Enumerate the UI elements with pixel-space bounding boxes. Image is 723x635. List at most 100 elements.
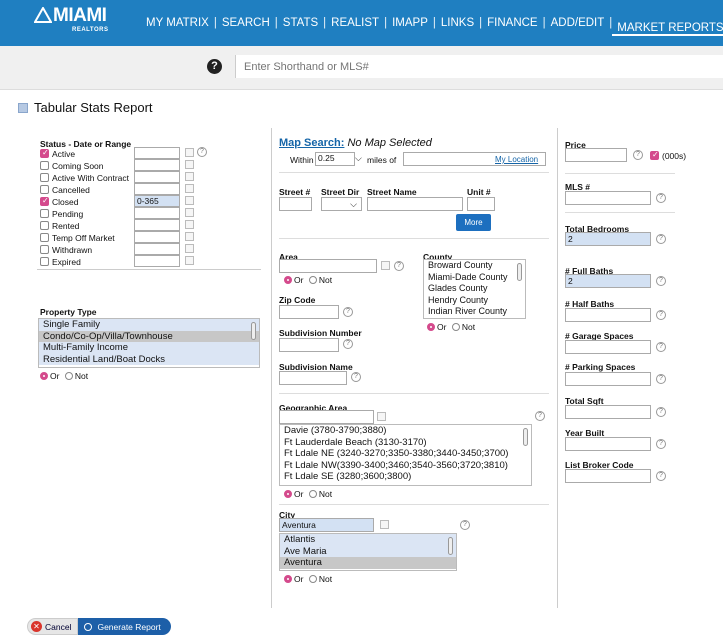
nav-finance[interactable]: FINANCE <box>482 17 542 29</box>
status-date-range-input[interactable] <box>134 255 180 267</box>
nav-links[interactable]: LINKS <box>436 17 479 29</box>
list-item[interactable]: Ft Ldale SE (3280;3600;3800) <box>280 471 531 483</box>
help-icon[interactable]: ? <box>656 234 666 244</box>
list-item[interactable]: Broward County <box>424 260 525 272</box>
calendar-icon[interactable] <box>185 160 194 169</box>
status-option[interactable]: Pending <box>40 209 83 219</box>
or-radio[interactable] <box>284 575 292 583</box>
street-dir-select[interactable]: ⌵ <box>321 197 362 211</box>
status-checkbox[interactable] <box>40 221 49 230</box>
help-icon[interactable]: ? <box>535 411 545 421</box>
nav-my-matrix[interactable]: MY MATRIX <box>141 17 214 29</box>
nav-realist[interactable]: REALIST <box>326 17 384 29</box>
parking-input[interactable] <box>565 372 651 386</box>
list-item[interactable]: Davie (3780-3790;3880) <box>280 425 531 437</box>
shorthand-input[interactable] <box>235 55 723 78</box>
help-icon[interactable]: ? <box>351 372 361 382</box>
status-date-range-input[interactable] <box>134 183 180 195</box>
status-checkbox[interactable] <box>40 257 49 266</box>
status-checkbox[interactable] <box>40 233 49 242</box>
lookup-icon[interactable] <box>380 520 389 529</box>
help-icon[interactable]: ? <box>656 439 666 449</box>
status-checkbox[interactable] <box>40 245 49 254</box>
miles-dropdown-icon[interactable]: ⌵ <box>355 153 362 164</box>
subdivision-name-input[interactable] <box>279 371 347 385</box>
scrollbar[interactable] <box>517 263 522 281</box>
calendar-icon[interactable] <box>185 208 194 217</box>
status-date-range-input[interactable] <box>134 147 180 159</box>
nav-imapp[interactable]: IMAPP <box>387 17 433 29</box>
help-icon[interactable]: ? <box>656 407 666 417</box>
generate-report-button[interactable]: Generate Report <box>78 618 171 635</box>
status-option[interactable]: Closed <box>40 196 78 207</box>
list-item[interactable]: Glades County <box>424 283 525 295</box>
list-item[interactable]: Ft Lauderdale Beach (3130-3170) <box>280 437 531 449</box>
county-list[interactable]: Broward County Miami-Dade County Glades … <box>423 259 526 319</box>
list-item[interactable]: Single Family <box>39 319 259 331</box>
full-baths-input[interactable]: 2 <box>565 274 651 288</box>
more-button[interactable]: More <box>456 214 491 231</box>
lookup-icon[interactable] <box>381 261 390 270</box>
street-name-input[interactable] <box>367 197 463 211</box>
list-item[interactable]: Ave Maria <box>280 545 456 557</box>
help-icon[interactable]: ? <box>656 276 666 286</box>
status-checkbox[interactable] <box>40 148 49 158</box>
list-item[interactable]: Ft Ldale NE (3240-3270;3350-3380;3440-34… <box>280 448 531 460</box>
help-icon[interactable]: ? <box>207 59 222 74</box>
thousands-checkbox[interactable] <box>650 150 659 160</box>
help-icon[interactable]: ? <box>460 520 470 530</box>
list-item[interactable]: Multi-Family Income <box>39 342 259 354</box>
street-number-input[interactable] <box>279 197 312 211</box>
status-date-range-input[interactable]: 0-365 <box>134 195 180 207</box>
status-checkbox[interactable] <box>40 185 49 194</box>
half-baths-input[interactable] <box>565 308 651 322</box>
scrollbar[interactable] <box>448 537 453 555</box>
list-item[interactable]: Atlantis <box>280 534 456 546</box>
or-radio[interactable] <box>40 372 48 380</box>
map-search-link[interactable]: Map Search: <box>279 137 344 149</box>
help-icon[interactable]: ? <box>656 193 666 203</box>
geographic-area-input[interactable] <box>279 410 374 424</box>
status-option[interactable]: Coming Soon <box>40 161 104 171</box>
zip-input[interactable] <box>279 305 339 319</box>
not-radio[interactable] <box>451 323 460 331</box>
calendar-icon[interactable] <box>185 148 194 157</box>
help-icon[interactable]: ? <box>394 261 404 271</box>
not-radio[interactable] <box>64 372 73 380</box>
status-option[interactable]: Active <box>40 148 75 159</box>
unit-input[interactable] <box>467 197 495 211</box>
nav-market-reports[interactable]: MARKET REPORTS <box>612 22 723 36</box>
status-date-range-input[interactable] <box>134 171 180 183</box>
status-option[interactable]: Active With Contract <box>40 173 129 183</box>
status-checkbox[interactable] <box>40 161 49 170</box>
status-checkbox[interactable] <box>40 196 49 206</box>
miami-realtors-logo[interactable]: MIAMI REALTORS <box>34 6 108 40</box>
list-item[interactable]: Ft Ldale NW(3390-3400;3460;3540-3560;372… <box>280 460 531 472</box>
mls-input[interactable] <box>565 191 651 205</box>
calendar-icon[interactable] <box>185 232 194 241</box>
scrollbar[interactable] <box>523 428 528 446</box>
status-date-range-input[interactable] <box>134 219 180 231</box>
help-icon[interactable]: ? <box>197 147 207 157</box>
status-date-range-input[interactable] <box>134 231 180 243</box>
broker-code-input[interactable] <box>565 469 651 483</box>
status-option[interactable]: Cancelled <box>40 185 90 195</box>
list-item[interactable]: Aventura <box>280 557 456 569</box>
nav-search[interactable]: SEARCH <box>217 17 275 29</box>
help-icon[interactable]: ? <box>343 307 353 317</box>
subdivision-number-input[interactable] <box>279 338 339 352</box>
status-checkbox[interactable] <box>40 209 49 218</box>
area-input[interactable] <box>279 259 377 273</box>
year-built-input[interactable] <box>565 437 651 451</box>
help-icon[interactable]: ? <box>633 150 643 160</box>
cancel-button[interactable]: ✕ Cancel <box>27 618 79 635</box>
status-checkbox[interactable] <box>40 173 49 182</box>
list-item[interactable]: Hendry County <box>424 295 525 307</box>
calendar-icon[interactable] <box>185 184 194 193</box>
my-location-link[interactable]: My Location <box>495 155 538 164</box>
help-icon[interactable]: ? <box>656 471 666 481</box>
not-radio[interactable] <box>308 575 317 583</box>
calendar-icon[interactable] <box>185 172 194 181</box>
nav-stats[interactable]: STATS <box>278 17 323 29</box>
geographic-area-list[interactable]: Davie (3780-3790;3880) Ft Lauderdale Bea… <box>279 424 532 486</box>
